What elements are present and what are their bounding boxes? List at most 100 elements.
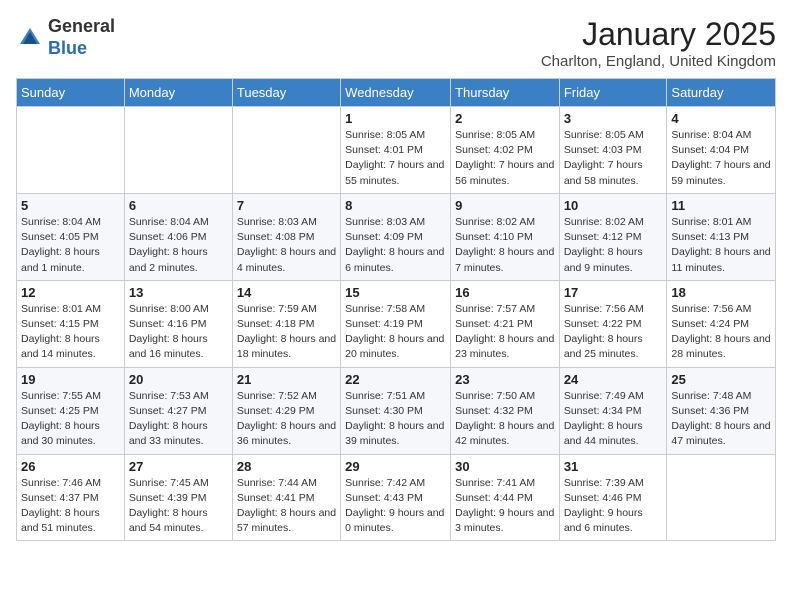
day-info: Sunrise: 8:01 AM Sunset: 4:15 PM Dayligh… — [21, 302, 120, 363]
calendar-cell: 22Sunrise: 7:51 AM Sunset: 4:30 PM Dayli… — [341, 367, 451, 454]
day-info: Sunrise: 8:05 AM Sunset: 4:02 PM Dayligh… — [455, 128, 555, 189]
day-number: 31 — [564, 459, 663, 474]
day-of-week-friday: Friday — [559, 79, 667, 107]
calendar-cell: 13Sunrise: 8:00 AM Sunset: 4:16 PM Dayli… — [124, 280, 232, 367]
day-number: 15 — [345, 285, 446, 300]
calendar-cell: 14Sunrise: 7:59 AM Sunset: 4:18 PM Dayli… — [232, 280, 340, 367]
page-header: General Blue January 2025 Charlton, Engl… — [16, 16, 776, 70]
calendar-cell: 24 Sunrise: 7:49 AM Sunset: 4:34 PM Dayli… — [559, 367, 667, 454]
calendar-cell: 6 Sunrise: 8:04 AM Sunset: 4:06 PM Daylig… — [124, 193, 232, 280]
day-info: Sunrise: 8:01 AM Sunset: 4:13 PM Dayligh… — [671, 215, 771, 276]
calendar-cell — [667, 454, 776, 541]
logo-icon — [16, 24, 44, 52]
calendar-cell: 17 Sunrise: 7:56 AM Sunset: 4:22 PM Dayli… — [559, 280, 667, 367]
calendar-cell: 10Sunrise: 8:02 AM Sunset: 4:12 PM Dayli… — [559, 193, 667, 280]
calendar-cell: 1 Sunrise: 8:05 AM Sunset: 4:01 PM Daylig… — [341, 107, 451, 194]
month-title: January 2025 — [541, 16, 776, 53]
calendar-cell: 21Sunrise: 7:52 AM Sunset: 4:29 PM Dayli… — [232, 367, 340, 454]
day-number: 16 — [455, 285, 555, 300]
calendar-cell: 27Sunrise: 7:45 AM Sunset: 4:39 PM Dayli… — [124, 454, 232, 541]
day-info: Sunrise: 8:04 AM Sunset: 4:05 PM Dayligh… — [21, 215, 120, 276]
day-of-week-thursday: Thursday — [451, 79, 560, 107]
day-number: 29 — [345, 459, 446, 474]
day-of-week-saturday: Saturday — [667, 79, 776, 107]
calendar-cell — [124, 107, 232, 194]
calendar-cell: 30Sunrise: 7:41 AM Sunset: 4:44 PM Dayli… — [451, 454, 560, 541]
calendar-cell: 2 Sunrise: 8:05 AM Sunset: 4:02 PM Daylig… — [451, 107, 560, 194]
day-number: 4 — [671, 111, 771, 126]
day-of-week-sunday: Sunday — [17, 79, 125, 107]
day-info: Sunrise: 8:04 AM Sunset: 4:06 PM Dayligh… — [129, 215, 228, 276]
day-info: Sunrise: 7:50 AM Sunset: 4:32 PM Dayligh… — [455, 389, 555, 450]
day-info: Sunrise: 7:45 AM Sunset: 4:39 PM Dayligh… — [129, 476, 228, 537]
day-number: 1 — [345, 111, 446, 126]
calendar-cell: 7Sunrise: 8:03 AM Sunset: 4:08 PM Daylig… — [232, 193, 340, 280]
day-info: Sunrise: 8:05 AM Sunset: 4:01 PM Dayligh… — [345, 128, 446, 189]
calendar-cell: 4 Sunrise: 8:04 AM Sunset: 4:04 PM Daylig… — [667, 107, 776, 194]
day-of-week-wednesday: Wednesday — [341, 79, 451, 107]
calendar-cell: 28 Sunrise: 7:44 AM Sunset: 4:41 PM Dayli… — [232, 454, 340, 541]
logo-blue: Blue — [48, 38, 87, 58]
calendar-cell: 18 Sunrise: 7:56 AM Sunset: 4:24 PM Dayli… — [667, 280, 776, 367]
title-block: January 2025 Charlton, England, United K… — [541, 16, 776, 70]
calendar-cell: 8Sunrise: 8:03 AM Sunset: 4:09 PM Daylig… — [341, 193, 451, 280]
calendar-cell: 5 Sunrise: 8:04 AM Sunset: 4:05 PM Daylig… — [17, 193, 125, 280]
day-info: Sunrise: 7:57 AM Sunset: 4:21 PM Dayligh… — [455, 302, 555, 363]
day-info: Sunrise: 7:56 AM Sunset: 4:22 PM Dayligh… — [564, 302, 663, 363]
day-number: 8 — [345, 198, 446, 213]
day-number: 12 — [21, 285, 120, 300]
day-number: 22 — [345, 372, 446, 387]
day-info: Sunrise: 7:44 AM Sunset: 4:41 PM Dayligh… — [237, 476, 336, 537]
day-info: Sunrise: 7:56 AM Sunset: 4:24 PM Dayligh… — [671, 302, 771, 363]
day-info: Sunrise: 7:48 AM Sunset: 4:36 PM Dayligh… — [671, 389, 771, 450]
calendar-cell: 20Sunrise: 7:53 AM Sunset: 4:27 PM Dayli… — [124, 367, 232, 454]
calendar-cell — [17, 107, 125, 194]
day-number: 11 — [671, 198, 771, 213]
day-number: 10 — [564, 198, 663, 213]
day-info: Sunrise: 7:58 AM Sunset: 4:19 PM Dayligh… — [345, 302, 446, 363]
day-number: 14 — [237, 285, 336, 300]
day-number: 13 — [129, 285, 228, 300]
week-row-4: 19 Sunrise: 7:55 AM Sunset: 4:25 PM Dayli… — [17, 367, 776, 454]
day-number: 19 — [21, 372, 120, 387]
week-row-5: 26Sunrise: 7:46 AM Sunset: 4:37 PM Dayli… — [17, 454, 776, 541]
calendar-cell: 29 Sunrise: 7:42 AM Sunset: 4:43 PM Dayli… — [341, 454, 451, 541]
calendar-cell: 9 Sunrise: 8:02 AM Sunset: 4:10 PM Daylig… — [451, 193, 560, 280]
calendar-cell: 19 Sunrise: 7:55 AM Sunset: 4:25 PM Dayli… — [17, 367, 125, 454]
day-info: Sunrise: 7:39 AM Sunset: 4:46 PM Dayligh… — [564, 476, 663, 537]
logo: General Blue — [16, 16, 115, 59]
day-number: 20 — [129, 372, 228, 387]
day-number: 24 — [564, 372, 663, 387]
day-number: 30 — [455, 459, 555, 474]
day-info: Sunrise: 7:46 AM Sunset: 4:37 PM Dayligh… — [21, 476, 120, 537]
day-number: 2 — [455, 111, 555, 126]
week-row-3: 12 Sunrise: 8:01 AM Sunset: 4:15 PM Dayli… — [17, 280, 776, 367]
day-info: Sunrise: 7:55 AM Sunset: 4:25 PM Dayligh… — [21, 389, 120, 450]
calendar-cell: 3 Sunrise: 8:05 AM Sunset: 4:03 PM Daylig… — [559, 107, 667, 194]
calendar-cell: 25 Sunrise: 7:48 AM Sunset: 4:36 PM Dayli… — [667, 367, 776, 454]
calendar-cell: 12 Sunrise: 8:01 AM Sunset: 4:15 PM Dayli… — [17, 280, 125, 367]
day-number: 3 — [564, 111, 663, 126]
week-row-1: 1 Sunrise: 8:05 AM Sunset: 4:01 PM Daylig… — [17, 107, 776, 194]
day-number: 25 — [671, 372, 771, 387]
day-info: Sunrise: 7:42 AM Sunset: 4:43 PM Dayligh… — [345, 476, 446, 537]
day-of-week-tuesday: Tuesday — [232, 79, 340, 107]
calendar-cell — [232, 107, 340, 194]
location: Charlton, England, United Kingdom — [541, 53, 776, 70]
day-info: Sunrise: 8:02 AM Sunset: 4:10 PM Dayligh… — [455, 215, 555, 276]
day-info: Sunrise: 7:52 AM Sunset: 4:29 PM Dayligh… — [237, 389, 336, 450]
day-info: Sunrise: 7:49 AM Sunset: 4:34 PM Dayligh… — [564, 389, 663, 450]
calendar-cell: 26Sunrise: 7:46 AM Sunset: 4:37 PM Dayli… — [17, 454, 125, 541]
week-row-2: 5 Sunrise: 8:04 AM Sunset: 4:05 PM Daylig… — [17, 193, 776, 280]
day-number: 6 — [129, 198, 228, 213]
day-number: 17 — [564, 285, 663, 300]
days-of-week-row: SundayMondayTuesdayWednesdayThursdayFrid… — [17, 79, 776, 107]
calendar-cell: 16 Sunrise: 7:57 AM Sunset: 4:21 PM Dayli… — [451, 280, 560, 367]
day-number: 18 — [671, 285, 771, 300]
day-number: 9 — [455, 198, 555, 213]
day-info: Sunrise: 8:05 AM Sunset: 4:03 PM Dayligh… — [564, 128, 663, 189]
day-number: 28 — [237, 459, 336, 474]
day-info: Sunrise: 8:04 AM Sunset: 4:04 PM Dayligh… — [671, 128, 771, 189]
calendar-cell: 31 Sunrise: 7:39 AM Sunset: 4:46 PM Dayli… — [559, 454, 667, 541]
day-number: 5 — [21, 198, 120, 213]
